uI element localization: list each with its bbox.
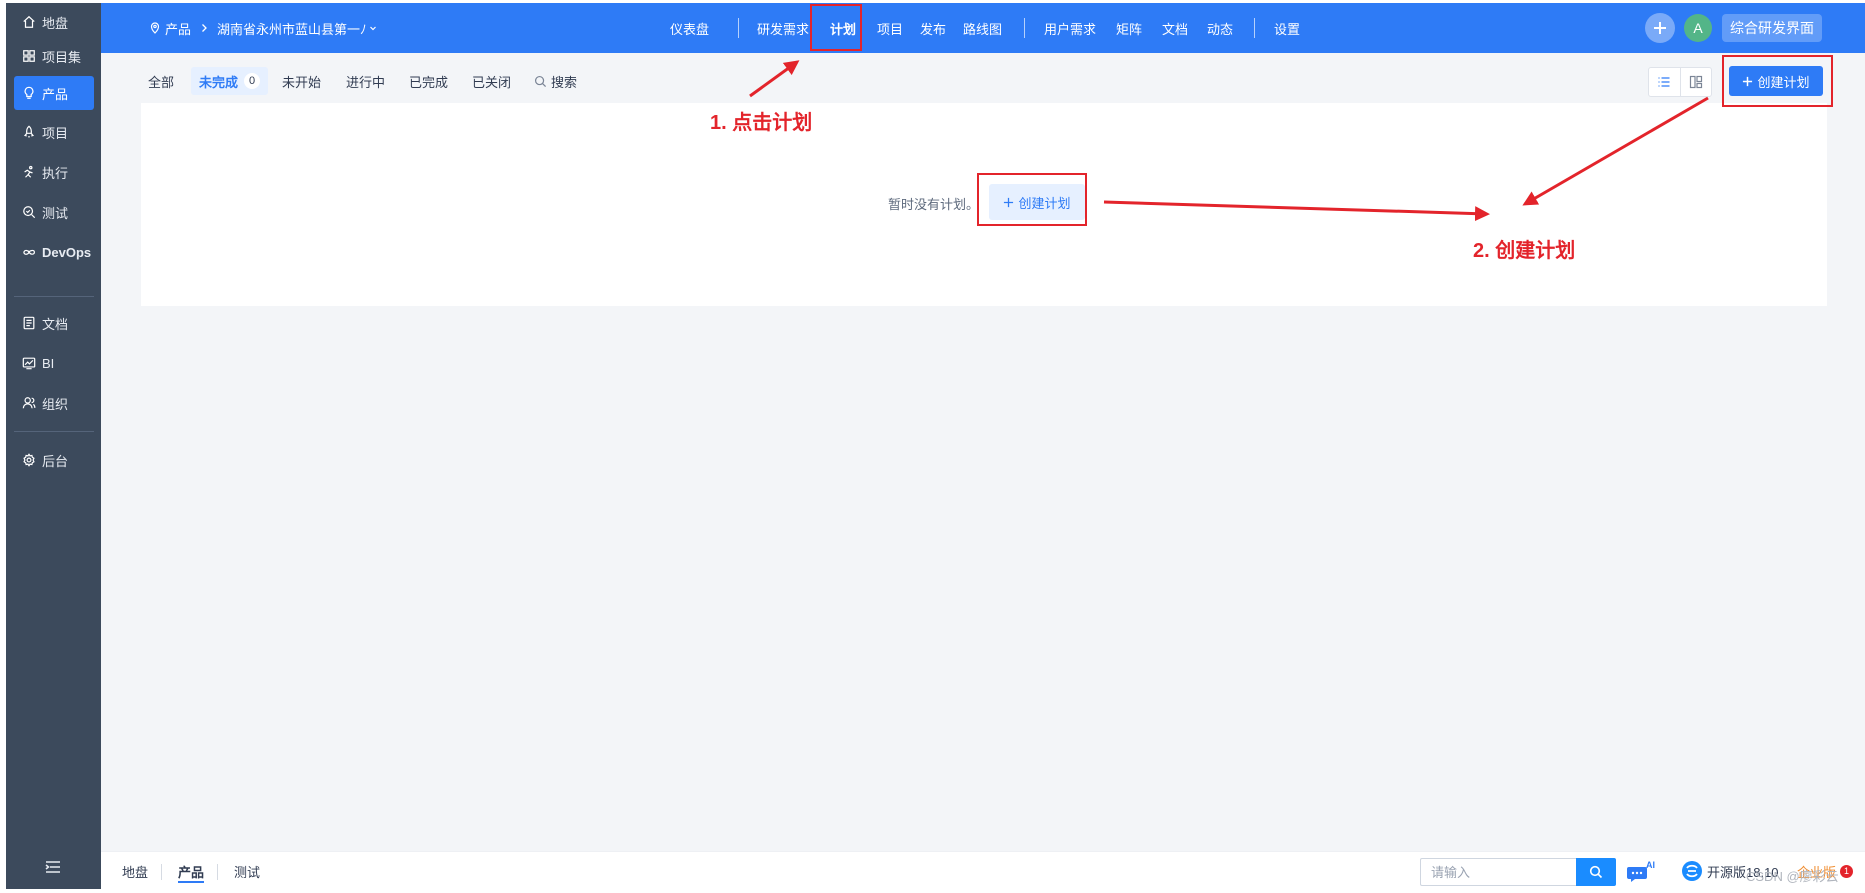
search-check-icon — [20, 205, 38, 219]
space-switch-button[interactable]: 综合研发界面 — [1722, 14, 1822, 42]
empty-state-text: 暂时没有计划。 — [888, 197, 980, 212]
kanban-view-button[interactable] — [1679, 68, 1712, 96]
rocket-icon — [20, 125, 38, 139]
annotation-step1: 1. 点击计划 — [710, 112, 813, 134]
chevron-down-icon[interactable] — [369, 24, 377, 32]
menu-collapse-icon[interactable] — [44, 858, 62, 876]
sidebar-item-admin[interactable]: 后台 — [14, 443, 94, 477]
zentao-logo-icon — [1682, 861, 1702, 881]
sidebar-item-org[interactable]: 组织 — [14, 386, 94, 420]
annotation-step2: 2. 创建计划 — [1473, 240, 1576, 262]
tab-in-progress[interactable]: 进行中 — [346, 67, 385, 95]
footer-item-test[interactable]: 测试 — [234, 852, 260, 889]
lightbulb-icon — [20, 86, 38, 100]
sidebar-divider — [14, 431, 94, 432]
sidebar-item-label: 产品 — [42, 86, 69, 102]
kanban-icon — [1689, 75, 1702, 89]
chevron-right-icon — [199, 23, 209, 33]
sidebar-item-product[interactable]: 产品 — [14, 76, 94, 110]
avatar[interactable]: A — [1684, 14, 1712, 42]
footer-search-input[interactable] — [1420, 858, 1576, 886]
sidebar-item-label: 执行 — [42, 165, 69, 181]
nav-dashboard[interactable]: 仪表盘 — [670, 3, 709, 53]
plus-icon — [1654, 22, 1666, 34]
nav-divider — [1254, 18, 1255, 38]
footer-search-button[interactable] — [1576, 858, 1616, 886]
ai-label: AI — [1646, 860, 1655, 870]
sidebar-item-devops[interactable]: DevOps — [14, 235, 94, 269]
nav-matrix[interactable]: 矩阵 — [1116, 3, 1142, 53]
sidebar-item-label: BI — [42, 355, 55, 371]
run-icon — [20, 165, 38, 179]
sidebar-divider — [14, 296, 94, 297]
footer-item-home[interactable]: 地盘 — [122, 852, 148, 889]
nav-divider — [1024, 18, 1025, 38]
top-header: 产品 湖南省永州市蓝山县第一ﾉ 仪表盘 研发需求 计划 项目 发布 路线图 用户… — [101, 3, 1865, 53]
sidebar-item-project[interactable]: 项目 — [14, 115, 94, 149]
sidebar-item-execution[interactable]: 执行 — [14, 155, 94, 189]
sidebar-item-test[interactable]: 测试 — [14, 195, 94, 229]
home-icon — [20, 15, 38, 29]
search-icon — [1589, 865, 1603, 879]
sidebar-item-program[interactable]: 项目集 — [14, 39, 94, 73]
grid-icon — [20, 49, 38, 63]
footer-divider — [161, 864, 162, 880]
list-view-button[interactable] — [1649, 68, 1680, 96]
footer-divider — [217, 864, 218, 880]
chart-icon — [20, 356, 38, 370]
list-icon — [1658, 77, 1670, 87]
gear-icon — [20, 453, 38, 467]
tab-done[interactable]: 已完成 — [409, 67, 448, 95]
nav-dynamic[interactable]: 动态 — [1207, 3, 1233, 53]
search-icon — [534, 75, 547, 87]
footer-bar: 地盘 产品 测试 AI 开源版18.10 企业版 1 — [101, 851, 1865, 889]
annotation-box-create — [1722, 55, 1833, 107]
nav-user-requirements[interactable]: 用户需求 — [1044, 3, 1096, 53]
location-icon — [150, 22, 160, 34]
nav-roadmap[interactable]: 路线图 — [963, 3, 1002, 53]
breadcrumb-product-name[interactable]: 湖南省永州市蓝山县第一ﾉ — [217, 19, 367, 38]
tab-search-label: 搜索 — [551, 74, 578, 90]
tab-search[interactable]: 搜索 — [534, 67, 577, 95]
annotation-box-plan — [810, 4, 862, 51]
nav-divider — [738, 18, 739, 38]
nav-docs[interactable]: 文档 — [1162, 3, 1188, 53]
view-switch — [1648, 67, 1712, 97]
watermark: CSDN @廖彩云 — [1746, 869, 1839, 884]
user-icon — [20, 396, 38, 410]
ai-chat-icon: AI — [1627, 860, 1655, 882]
nav-requirements[interactable]: 研发需求 — [757, 3, 809, 53]
nav-project[interactable]: 项目 — [877, 3, 903, 53]
sidebar-item-label: 组织 — [42, 396, 69, 412]
sidebar-item-label: 项目 — [42, 125, 69, 141]
annotation-box-empty-create — [977, 173, 1087, 226]
tab-closed[interactable]: 已关闭 — [472, 67, 511, 95]
footer-item-product[interactable]: 产品 — [178, 852, 205, 889]
sidebar: 地盘 项目集 产品 项目 执行 测试 DevOps 文档 BI 组织 后台 — [6, 3, 101, 889]
document-icon — [20, 316, 38, 330]
tab-unfinished-label: 未完成 — [199, 74, 239, 90]
sidebar-item-label: DevOps — [42, 244, 92, 260]
nav-settings[interactable]: 设置 — [1274, 3, 1300, 53]
breadcrumb: 产品 湖南省永州市蓝山县第一ﾉ — [149, 3, 377, 53]
tab-unfinished-count: 0 — [244, 73, 261, 89]
tab-not-started[interactable]: 未开始 — [282, 67, 321, 95]
sidebar-item-label: 地盘 — [42, 15, 69, 31]
sidebar-item-label: 项目集 — [42, 49, 82, 65]
notification-badge: 1 — [1840, 864, 1854, 878]
breadcrumb-product[interactable]: 产品 — [165, 19, 191, 38]
infinity-icon — [20, 245, 38, 259]
tab-unfinished[interactable]: 未完成 0 — [191, 67, 269, 95]
sidebar-item-label: 测试 — [42, 205, 69, 221]
app-window: 地盘 项目集 产品 项目 执行 测试 DevOps 文档 BI 组织 后台 产品… — [6, 3, 1865, 889]
tab-all[interactable]: 全部 — [148, 67, 174, 95]
sidebar-item-label: 文档 — [42, 316, 69, 332]
sidebar-item-label: 后台 — [42, 453, 69, 469]
sidebar-item-docs[interactable]: 文档 — [14, 306, 94, 340]
ai-chat-button[interactable]: AI — [1626, 860, 1656, 884]
quick-create-button[interactable] — [1645, 13, 1675, 43]
nav-release[interactable]: 发布 — [920, 3, 946, 53]
sidebar-item-bi[interactable]: BI — [14, 346, 94, 380]
sidebar-item-home[interactable]: 地盘 — [14, 5, 94, 39]
